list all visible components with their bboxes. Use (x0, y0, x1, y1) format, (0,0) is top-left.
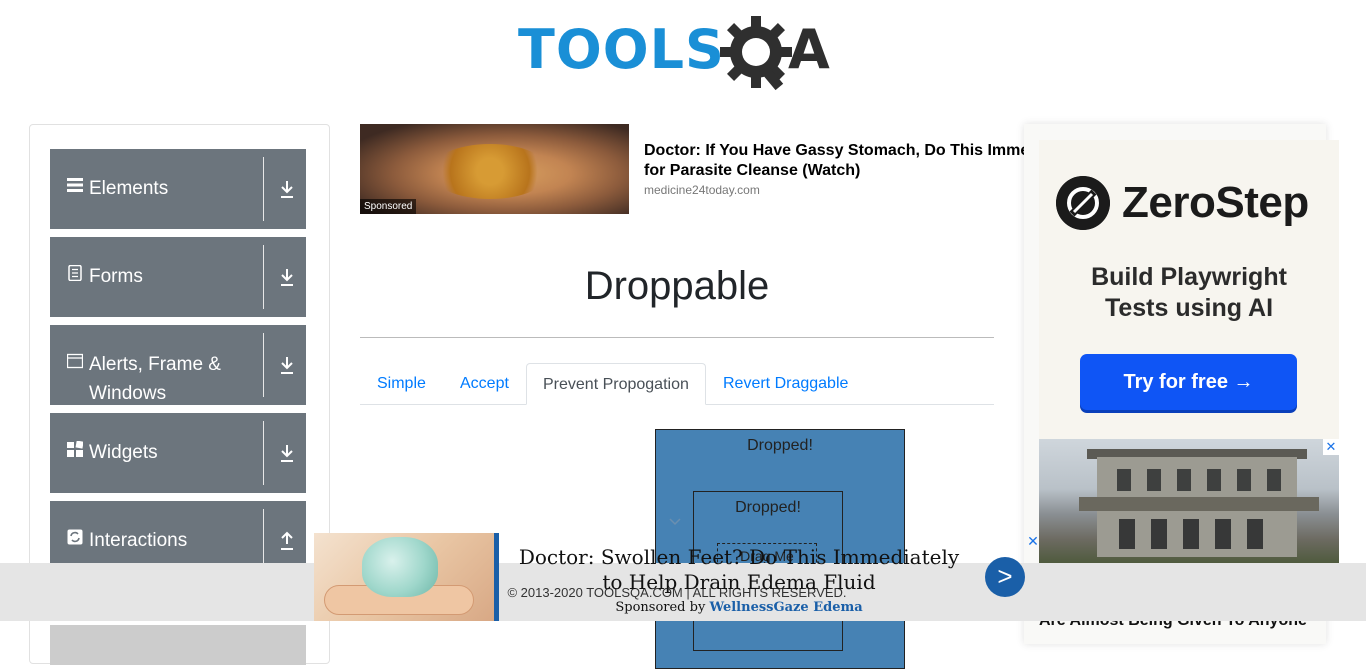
tagline-line1: Build Playwright (1091, 263, 1287, 291)
menu-icon (67, 178, 83, 192)
sidebar-group-label: Forms (89, 266, 143, 287)
tab-bar: Simple Accept Prevent Propogation Revert… (360, 363, 994, 405)
tagline-line2: Tests using AI (1104, 294, 1274, 322)
sidebar-group-label: Interactions (89, 530, 188, 551)
divider (263, 157, 264, 221)
banner-headline-line2: to Help Drain Edema Fluid (602, 570, 876, 594)
ad-close-icon[interactable]: ✕ (1323, 439, 1339, 455)
toolsqa-logo[interactable]: TOOLS A (518, 14, 840, 92)
sidebar-group-alerts[interactable]: Alerts, Frame & Windows (50, 325, 306, 405)
sidebar-group-next[interactable] (50, 625, 306, 665)
tab-simple[interactable]: Simple (377, 363, 426, 405)
sidebar-group-label: Alerts, Frame & Windows (89, 354, 221, 404)
sidebar-group-elements[interactable]: Elements (50, 149, 306, 229)
sidebar-group-forms[interactable]: Forms (50, 237, 306, 317)
banner-accent-bar (494, 533, 499, 621)
download-arrow-icon[interactable] (279, 443, 295, 463)
logo-graphic: TOOLS A (518, 16, 830, 91)
ad-headline[interactable]: Doctor: If You Have Gassy Stomach, Do Th… (644, 141, 1029, 183)
ad-headline-line1: Doctor: If You Have Gassy Stomach, Do Th… (644, 142, 1029, 159)
divider (360, 337, 994, 338)
svg-text:TOOLS: TOOLS (518, 18, 725, 81)
chevron-down-icon (669, 518, 681, 526)
sponsored-by-label: Sponsored by (615, 600, 706, 615)
banner-go-button[interactable]: > (985, 557, 1025, 597)
ad-headline-line2: for Parasite Cleanse (Watch) (644, 162, 861, 179)
banner-headline-line1: Doctor: Swollen Feet? Do This Immediatel… (518, 545, 960, 569)
page-title: Droppable (584, 264, 770, 308)
sidebar-group-label: Elements (89, 178, 169, 199)
tab-prevent-propogation[interactable]: Prevent Propogation (526, 363, 706, 405)
divider (263, 333, 264, 397)
sponsor-name[interactable]: WellnessGaze Edema (709, 600, 862, 615)
try-for-free-button[interactable]: Try for free → (1080, 354, 1297, 410)
zerostep-brand: ZeroStep (1122, 178, 1309, 227)
download-arrow-icon[interactable] (279, 267, 295, 287)
download-arrow-icon[interactable] (279, 179, 295, 199)
divider (263, 245, 264, 309)
download-arrow-icon[interactable] (279, 355, 295, 375)
house-ad-image[interactable] (1039, 439, 1339, 564)
ad-source[interactable]: medicine24today.com (644, 183, 760, 197)
zerostep-logo-icon (1056, 176, 1110, 230)
sidebar-group-label: Widgets (89, 442, 158, 463)
upload-arrow-icon[interactable] (279, 531, 295, 551)
ad-image-detail (430, 144, 550, 199)
zerostep-tagline: Build Playwright Tests using AI (1039, 262, 1339, 324)
tab-revert-draggable[interactable]: Revert Draggable (723, 363, 848, 405)
widgets-icon (67, 441, 83, 457)
banner-ad-image[interactable] (314, 533, 495, 621)
close-icon[interactable]: ✕ (1025, 533, 1041, 549)
sidebar-group-widgets[interactable]: Widgets (50, 413, 306, 493)
window-icon (67, 353, 83, 369)
banner-sponsor-line: Sponsored by WellnessGaze Edema (505, 600, 973, 615)
banner-ad-headline[interactable]: Doctor: Swollen Feet? Do This Immediatel… (505, 545, 973, 595)
inner-droppable-text: Dropped! (735, 499, 801, 516)
svg-text:A: A (788, 18, 830, 81)
interactions-icon (67, 529, 83, 545)
sponsored-badge: Sponsored (360, 199, 417, 214)
divider (263, 421, 264, 485)
tab-accept[interactable]: Accept (460, 363, 509, 405)
document-icon (68, 265, 82, 281)
outer-droppable-text: Dropped! (747, 437, 813, 454)
